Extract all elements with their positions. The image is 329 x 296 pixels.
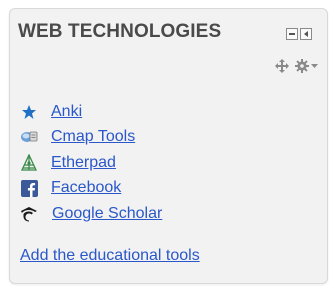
chevron-down-icon [311, 63, 318, 68]
gear-icon [295, 59, 309, 73]
dock-block-button[interactable] [300, 28, 312, 40]
list-item: Cmap Tools [20, 125, 162, 151]
list-item: Facebook [20, 176, 162, 202]
google-scholar-icon [20, 205, 38, 223]
tools-list: Anki Cmap Tools Etherpad Facebook Google… [20, 99, 162, 227]
block-header-controls [286, 28, 312, 40]
tool-link-google-scholar[interactable]: Google Scholar [52, 205, 162, 223]
arrow-left-icon [304, 31, 308, 37]
add-educational-tools-link[interactable]: Add the educational tools [20, 247, 200, 265]
minus-icon [289, 33, 295, 35]
tool-link-facebook[interactable]: Facebook [51, 179, 121, 197]
facebook-icon [20, 179, 38, 197]
settings-menu-button[interactable] [295, 59, 318, 73]
move-button[interactable] [275, 59, 289, 73]
list-item: Anki [20, 99, 162, 125]
list-item: Etherpad [20, 150, 162, 176]
tool-link-etherpad[interactable]: Etherpad [51, 154, 116, 172]
move-icon [275, 59, 289, 73]
list-item: Google Scholar [20, 201, 162, 227]
block-title: WEB TECHNOLOGIES [18, 21, 222, 42]
minimize-block-button[interactable] [286, 28, 298, 40]
etherpad-icon [20, 153, 38, 172]
tool-link-cmap-tools[interactable]: Cmap Tools [51, 128, 135, 146]
cmap-tools-icon [20, 128, 38, 146]
star-icon [20, 103, 38, 121]
tool-link-anki[interactable]: Anki [51, 103, 82, 121]
block-actions [275, 59, 318, 73]
